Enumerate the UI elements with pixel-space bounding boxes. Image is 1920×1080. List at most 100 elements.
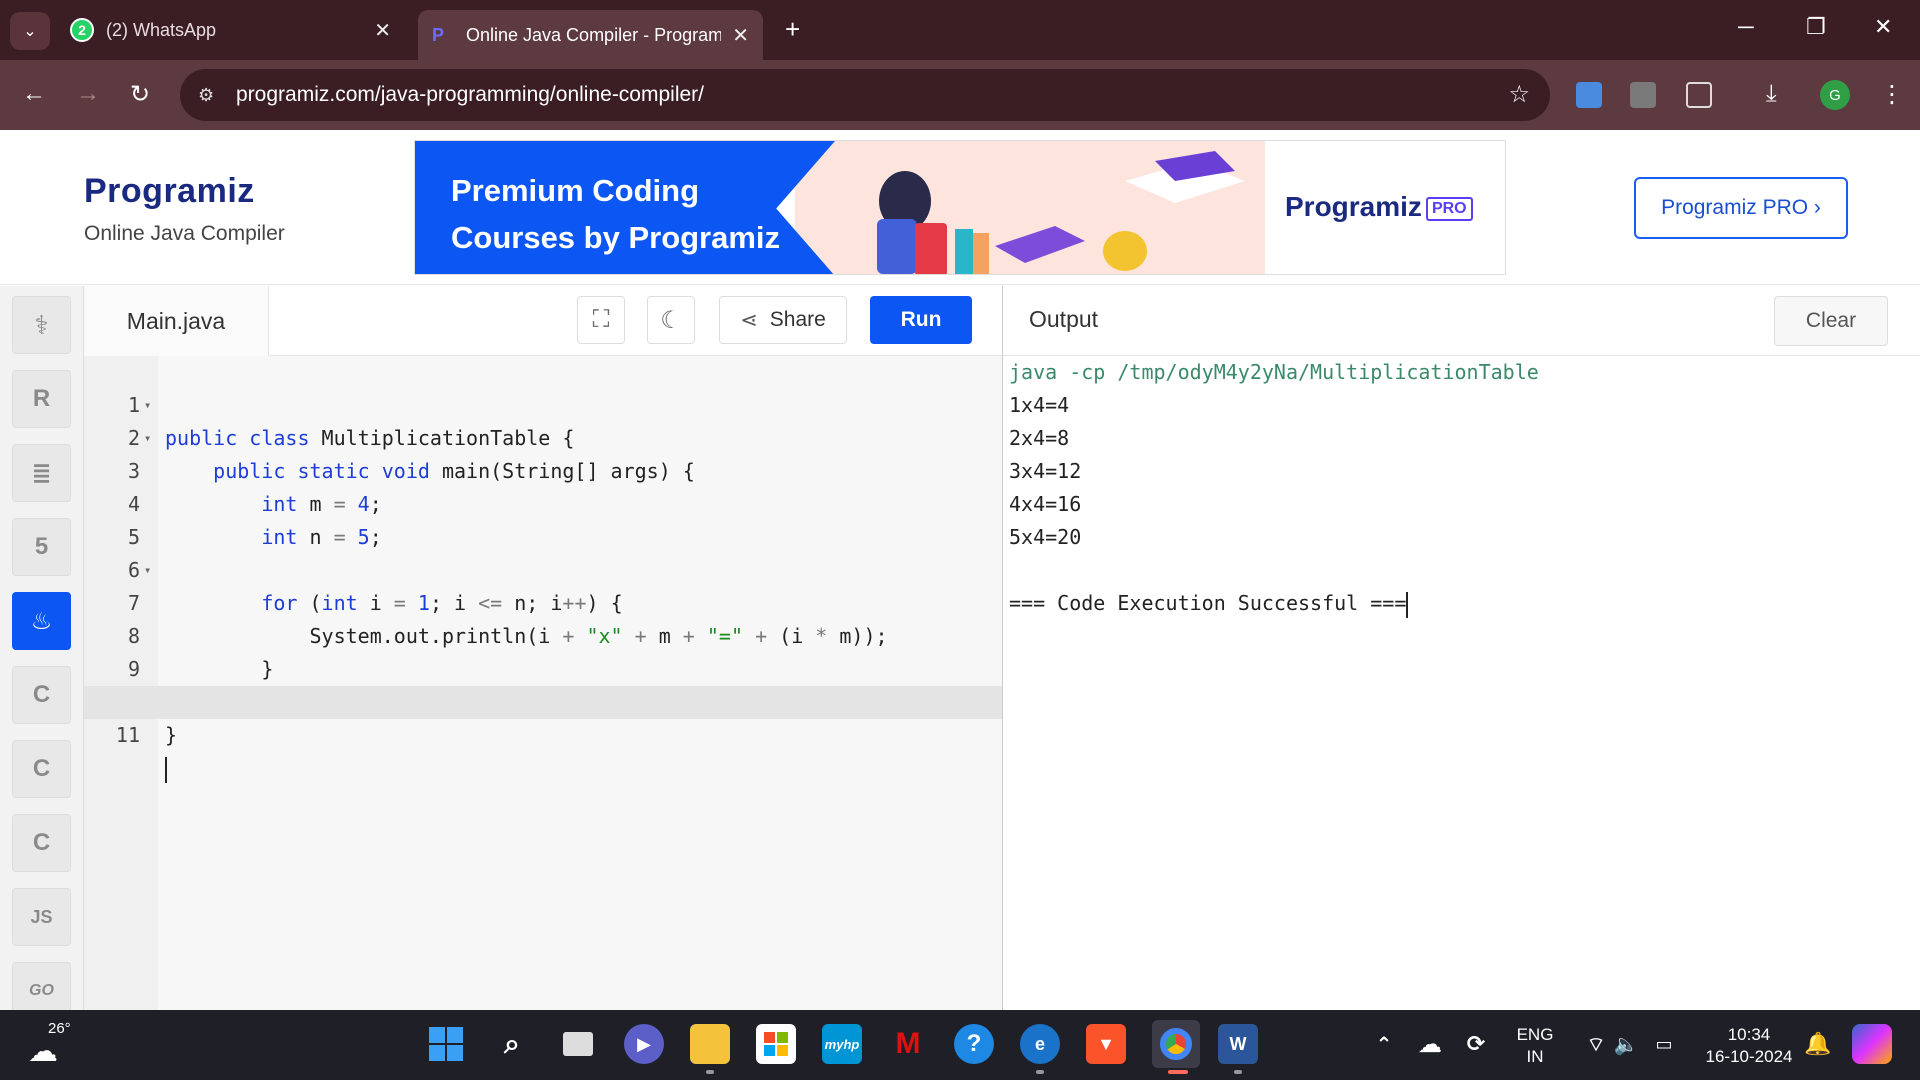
output-title: Output xyxy=(1029,306,1099,332)
lang-sql-button[interactable]: ≣ xyxy=(12,444,71,502)
copilot-icon[interactable] xyxy=(1852,1024,1892,1064)
lang-python-button[interactable]: ⚕ xyxy=(12,296,71,354)
windows-taskbar: 26° ☁ ⌕ ▶ myhp M ? e ▼ W ⌃ ☁ ⟳ ENG IN ⌔ 🔈… xyxy=(0,1010,1920,1080)
profile-avatar[interactable]: G xyxy=(1820,80,1850,110)
edge-icon[interactable]: e xyxy=(1020,1024,1060,1064)
editor-header: Main.java ⛶ ☾ ⋖ Share Run xyxy=(84,286,1002,356)
programiz-favicon: P xyxy=(432,25,445,45)
code-line: 3 int m = 4; xyxy=(127,459,382,516)
lang-c-button[interactable]: C xyxy=(12,666,71,724)
sync-icon[interactable]: ⟳ xyxy=(1456,1024,1496,1064)
output-line: 1x4=4 xyxy=(1009,393,1070,417)
language-indicator[interactable]: ENG IN xyxy=(1502,1024,1568,1068)
share-button[interactable]: ⋖ Share xyxy=(719,296,847,344)
code-line: 8 } xyxy=(127,624,274,681)
battery-icon[interactable]: ▭ xyxy=(1644,1024,1684,1064)
tab-whatsapp[interactable]: 2 (2) WhatsApp ✕ xyxy=(70,9,405,51)
lang-cpp-button[interactable]: C xyxy=(12,740,71,798)
code-line: 2 ▾ public static void main(String[] args… xyxy=(84,389,1002,483)
code-line: 1 ▾ public class MultiplicationTable { xyxy=(84,356,1002,450)
store-grid-icon xyxy=(764,1032,788,1056)
lang-csharp-button[interactable]: C xyxy=(12,814,71,872)
close-icon[interactable]: ✕ xyxy=(732,23,749,48)
extension-icon[interactable] xyxy=(1630,82,1656,108)
tab-title: Online Java Compiler - Programiz xyxy=(466,24,721,45)
file-tab-main-java[interactable]: Main.java xyxy=(84,286,269,356)
go-icon: GO xyxy=(29,982,54,999)
banner-line2: Courses by Programiz xyxy=(451,220,781,255)
address-bar[interactable]: ⚙ programiz.com/java-programming/online-… xyxy=(180,69,1550,121)
site-settings-icon[interactable]: ⚙ xyxy=(198,85,228,106)
close-window-button[interactable]: ✕ xyxy=(1874,14,1892,40)
word-icon[interactable]: W xyxy=(1218,1024,1258,1064)
c-icon: C xyxy=(32,681,51,708)
help-icon[interactable]: ? xyxy=(954,1024,994,1064)
output-line: 3x4=12 xyxy=(1009,459,1082,483)
file-explorer-icon[interactable] xyxy=(690,1024,730,1064)
code-line: 4 int n = 5; xyxy=(127,492,382,549)
extensions-puzzle-icon[interactable] xyxy=(1686,82,1712,108)
clock[interactable]: 10:34 16-10-2024 xyxy=(1694,1024,1804,1068)
url-text: programiz.com/java-programming/online-co… xyxy=(236,83,704,106)
chrome-icon[interactable] xyxy=(1152,1020,1200,1068)
extension-icon[interactable] xyxy=(1576,82,1602,108)
banner-illustration xyxy=(795,141,1265,274)
brave-icon[interactable]: ▼ xyxy=(1086,1024,1126,1064)
output-console[interactable]: java -cp /tmp/odyM4y2yNa/MultiplicationT… xyxy=(1003,356,1920,1010)
myhp-icon[interactable]: myhp xyxy=(822,1024,862,1064)
banner-programiz-pro-logo: Programiz PRO xyxy=(1285,191,1473,223)
java-icon: ♨ xyxy=(30,607,53,635)
tab-online-java-compiler[interactable]: P Online Java Compiler - Programiz ✕ xyxy=(418,10,763,60)
promo-banner[interactable]: Premium Coding Courses by Programiz Progr… xyxy=(414,140,1506,275)
close-icon[interactable]: ✕ xyxy=(374,18,391,43)
fullscreen-button[interactable]: ⛶ xyxy=(577,296,625,344)
notification-bell-icon[interactable]: 🔔 xyxy=(1798,1024,1838,1064)
code-line: 6 ▾ for (int i = 1; i <= n; i++) { xyxy=(84,521,1002,615)
output-line: 5x4=20 xyxy=(1009,525,1082,549)
lang-js-button[interactable]: JS xyxy=(12,888,71,946)
volume-icon[interactable]: 🔈 xyxy=(1606,1024,1646,1064)
code-editor[interactable]: 1 ▾ public class MultiplicationTable { 2 ▾… xyxy=(84,356,1002,1010)
download-icon[interactable]: ⤓ xyxy=(1766,80,1777,108)
minimize-button[interactable]: ─ xyxy=(1738,14,1754,40)
csharp-icon: C xyxy=(32,829,51,856)
teams-icon[interactable]: ▶ xyxy=(624,1024,664,1064)
lang-html-button[interactable]: 5 xyxy=(12,518,71,576)
onedrive-icon[interactable]: ☁ xyxy=(1410,1024,1450,1064)
running-indicator xyxy=(706,1070,714,1074)
reload-button[interactable]: ↻ xyxy=(130,80,150,109)
run-button[interactable]: Run xyxy=(870,296,972,344)
search-icon[interactable]: ⌕ xyxy=(492,1024,532,1064)
cpp-icon: C xyxy=(32,755,51,782)
new-tab-button[interactable]: + xyxy=(785,14,800,45)
tab-search-button[interactable]: ⌄ xyxy=(10,12,50,50)
restore-button[interactable]: ❐ xyxy=(1806,14,1826,40)
fullscreen-icon: ⛶ xyxy=(592,306,610,333)
code-line: 7 System.out.println(i + "x" + m + "=" +… xyxy=(127,591,888,648)
clear-button[interactable]: Clear xyxy=(1774,296,1888,346)
banner-artwork xyxy=(877,151,1245,274)
whatsapp-icon: 2 xyxy=(70,18,94,42)
dark-mode-button[interactable]: ☾ xyxy=(647,296,695,344)
start-button[interactable] xyxy=(426,1024,466,1064)
output-line-status: === Code Execution Successful === xyxy=(1009,587,1409,620)
task-view-icon[interactable] xyxy=(558,1024,598,1064)
output-line: 4x4=16 xyxy=(1009,492,1082,516)
forward-button[interactable]: → xyxy=(76,80,100,108)
lang-r-button[interactable]: R xyxy=(12,370,71,428)
page-subtitle: Online Java Compiler xyxy=(84,222,285,245)
bookmark-star-icon[interactable]: ☆ xyxy=(1508,80,1530,109)
microsoft-store-icon[interactable] xyxy=(756,1024,796,1064)
back-button[interactable]: ← xyxy=(22,80,46,108)
more-menu-icon[interactable]: ⋮ xyxy=(1880,80,1904,109)
windows-icon xyxy=(429,1027,463,1061)
mcafee-icon[interactable]: M xyxy=(888,1024,928,1064)
chevron-up-icon[interactable]: ⌃ xyxy=(1364,1024,1404,1064)
programiz-pro-button[interactable]: Programiz PRO › xyxy=(1634,177,1848,239)
cloud-icon: ☁ xyxy=(28,1035,58,1068)
lang-java-button[interactable]: ♨ xyxy=(12,592,71,650)
moon-icon: ☾ xyxy=(660,306,682,334)
banner-blue-panel: Premium Coding Courses by Programiz xyxy=(415,141,835,274)
programiz-logo[interactable]: Programiz xyxy=(84,172,255,211)
code-line: 9 } xyxy=(127,657,225,714)
